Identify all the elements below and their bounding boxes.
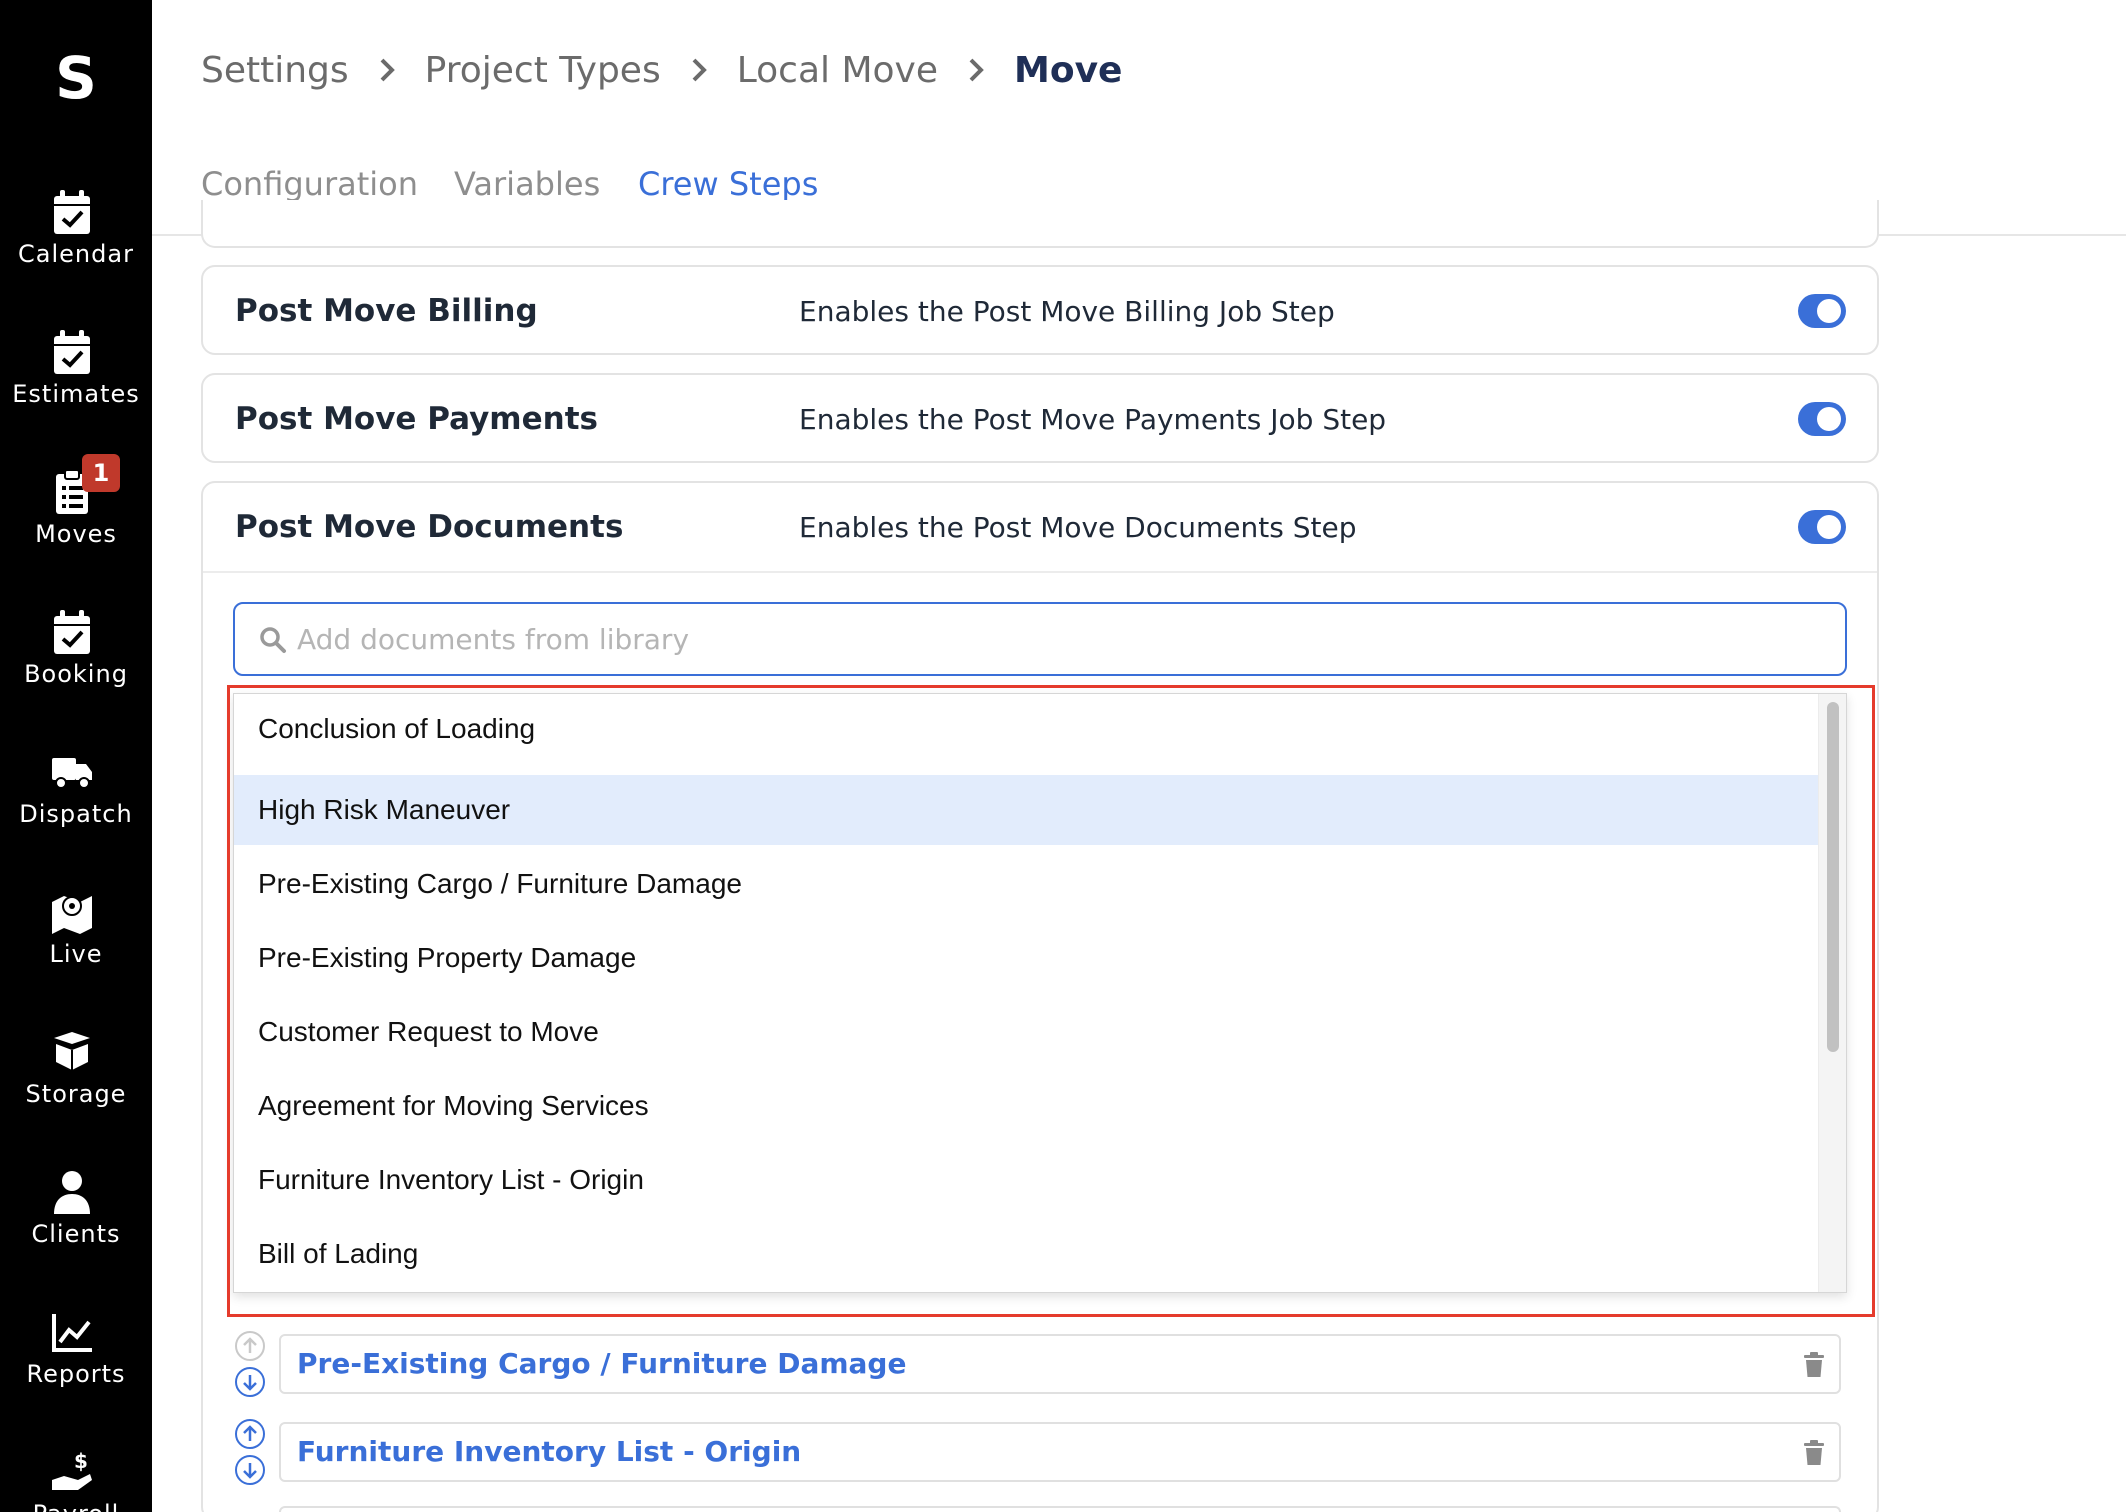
sidebar-item-moves[interactable]: 1 Moves [0, 454, 152, 580]
sidebar-item-storage[interactable]: Storage [0, 1030, 152, 1140]
dropdown-option[interactable]: Customer Request to Move [234, 997, 1818, 1067]
sidebar-item-label: Reports [26, 1360, 126, 1388]
tab-configuration[interactable]: Configuration [201, 165, 418, 203]
chart-line-icon [52, 1314, 92, 1352]
dropdown-option[interactable]: Bill of Lading [234, 1219, 1818, 1289]
dropdown-option[interactable]: Conclusion of Loading [234, 694, 1818, 764]
svg-text:$: $ [74, 1450, 88, 1473]
crew-step-post-move-payments: Post Move Payments Enables the Post Move… [201, 373, 1879, 463]
sidebar-item-dispatch[interactable]: Dispatch [0, 750, 152, 860]
breadcrumb: Settings Project Types Local Move Move [201, 48, 1122, 92]
document-search-box [233, 602, 1847, 676]
step-title: Post Move Payments [235, 401, 598, 437]
moves-count-badge: 1 [82, 454, 120, 492]
selected-document-row[interactable]: Furniture Inventory List - Origin [279, 1422, 1841, 1482]
document-search-input[interactable] [297, 606, 1827, 672]
move-down-icon[interactable] [234, 1454, 266, 1486]
truck-icon [52, 758, 92, 789]
breadcrumb-local-move[interactable]: Local Move [737, 50, 938, 91]
sidebar-item-label: Storage [25, 1080, 127, 1108]
crew-step-post-move-billing: Post Move Billing Enables the Post Move … [201, 265, 1879, 355]
selected-document-name[interactable]: Pre-Existing Cargo / Furniture Damage [297, 1336, 906, 1392]
sidebar-item-label: Payroll [0, 1500, 152, 1512]
sidebar-item-clients[interactable]: Clients [0, 1170, 152, 1280]
calendar-check-icon [54, 330, 90, 374]
toggle-knob [1817, 407, 1841, 431]
move-up-icon[interactable] [234, 1330, 266, 1362]
sidebar-item-booking[interactable]: Booking [0, 610, 152, 720]
step-description: Enables the Post Move Payments Job Step [799, 403, 1387, 436]
dropdown-option[interactable]: Pre-Existing Cargo / Furniture Damage [234, 849, 1818, 919]
tab-variables[interactable]: Variables [454, 165, 600, 203]
sidebar-item-label: Booking [24, 660, 128, 688]
selected-document-row[interactable]: Pre-Existing Cargo / Furniture Damage [279, 1334, 1841, 1394]
sidebar-item-calendar[interactable]: Calendar [0, 190, 152, 300]
calendar-check-icon [54, 190, 90, 234]
sidebar-item-live[interactable]: Live [0, 890, 152, 1000]
sidebar-item-label: Live [49, 940, 103, 968]
app-logo[interactable]: S [0, 44, 152, 112]
step-enabled-toggle[interactable] [1798, 402, 1846, 436]
dropdown-option[interactable]: Pre-Existing Property Damage [234, 923, 1818, 993]
search-icon [260, 627, 286, 653]
dropdown-option[interactable]: Furniture Inventory List - Origin [234, 1145, 1818, 1215]
step-title: Post Move Billing [235, 293, 538, 329]
chevron-right-icon [380, 58, 395, 82]
calendar-check-icon [54, 610, 90, 654]
trash-icon[interactable] [1803, 1440, 1825, 1466]
dropdown-scrollbar[interactable] [1818, 694, 1846, 1292]
map-marker-icon [52, 896, 92, 934]
step-enabled-toggle[interactable] [1798, 510, 1846, 544]
sidebar-item-label: Calendar [18, 240, 134, 268]
sidebar-item-label: Dispatch [19, 800, 133, 828]
breadcrumb-current: Move [1014, 49, 1123, 91]
panel-section-divider [203, 571, 1877, 573]
sidebar: S Calendar Estimates 1 Moves Booking Dis… [0, 0, 152, 1512]
trash-icon[interactable] [1803, 1352, 1825, 1378]
sidebar-item-payroll[interactable]: $ Payroll [0, 1450, 152, 1512]
breadcrumb-settings[interactable]: Settings [201, 50, 349, 91]
crew-step-panel-partial [201, 200, 1879, 248]
move-up-icon[interactable] [234, 1418, 266, 1450]
sidebar-item-label: Clients [31, 1220, 121, 1248]
box-icon [54, 1032, 90, 1070]
chevron-right-icon [969, 58, 984, 82]
toggle-knob [1817, 299, 1841, 323]
step-title: Post Move Documents [235, 509, 624, 545]
hand-dollar-icon: $ [52, 1450, 92, 1490]
sidebar-item-label: Estimates [12, 380, 140, 408]
selected-document-row-partial [279, 1506, 1841, 1512]
move-down-icon[interactable] [234, 1366, 266, 1398]
tab-crew-steps[interactable]: Crew Steps [638, 165, 818, 203]
dropdown-option-highlighted[interactable]: High Risk Maneuver [234, 775, 1818, 845]
scrollbar-thumb[interactable] [1827, 702, 1839, 1052]
step-description: Enables the Post Move Documents Step [799, 511, 1357, 544]
sidebar-item-estimates[interactable]: Estimates [0, 330, 152, 440]
dropdown-option[interactable]: Agreement for Moving Services [234, 1071, 1818, 1141]
user-icon [54, 1171, 90, 1214]
sidebar-item-reports[interactable]: Reports [0, 1310, 152, 1420]
sidebar-item-label: Moves [35, 520, 117, 548]
selected-document-name[interactable]: Furniture Inventory List - Origin [297, 1424, 801, 1480]
step-enabled-toggle[interactable] [1798, 294, 1846, 328]
step-description: Enables the Post Move Billing Job Step [799, 295, 1335, 328]
chevron-right-icon [692, 58, 707, 82]
breadcrumb-project-types[interactable]: Project Types [425, 50, 661, 91]
toggle-knob [1817, 515, 1841, 539]
document-library-dropdown: Conclusion of Loading High Risk Maneuver… [233, 693, 1847, 1293]
